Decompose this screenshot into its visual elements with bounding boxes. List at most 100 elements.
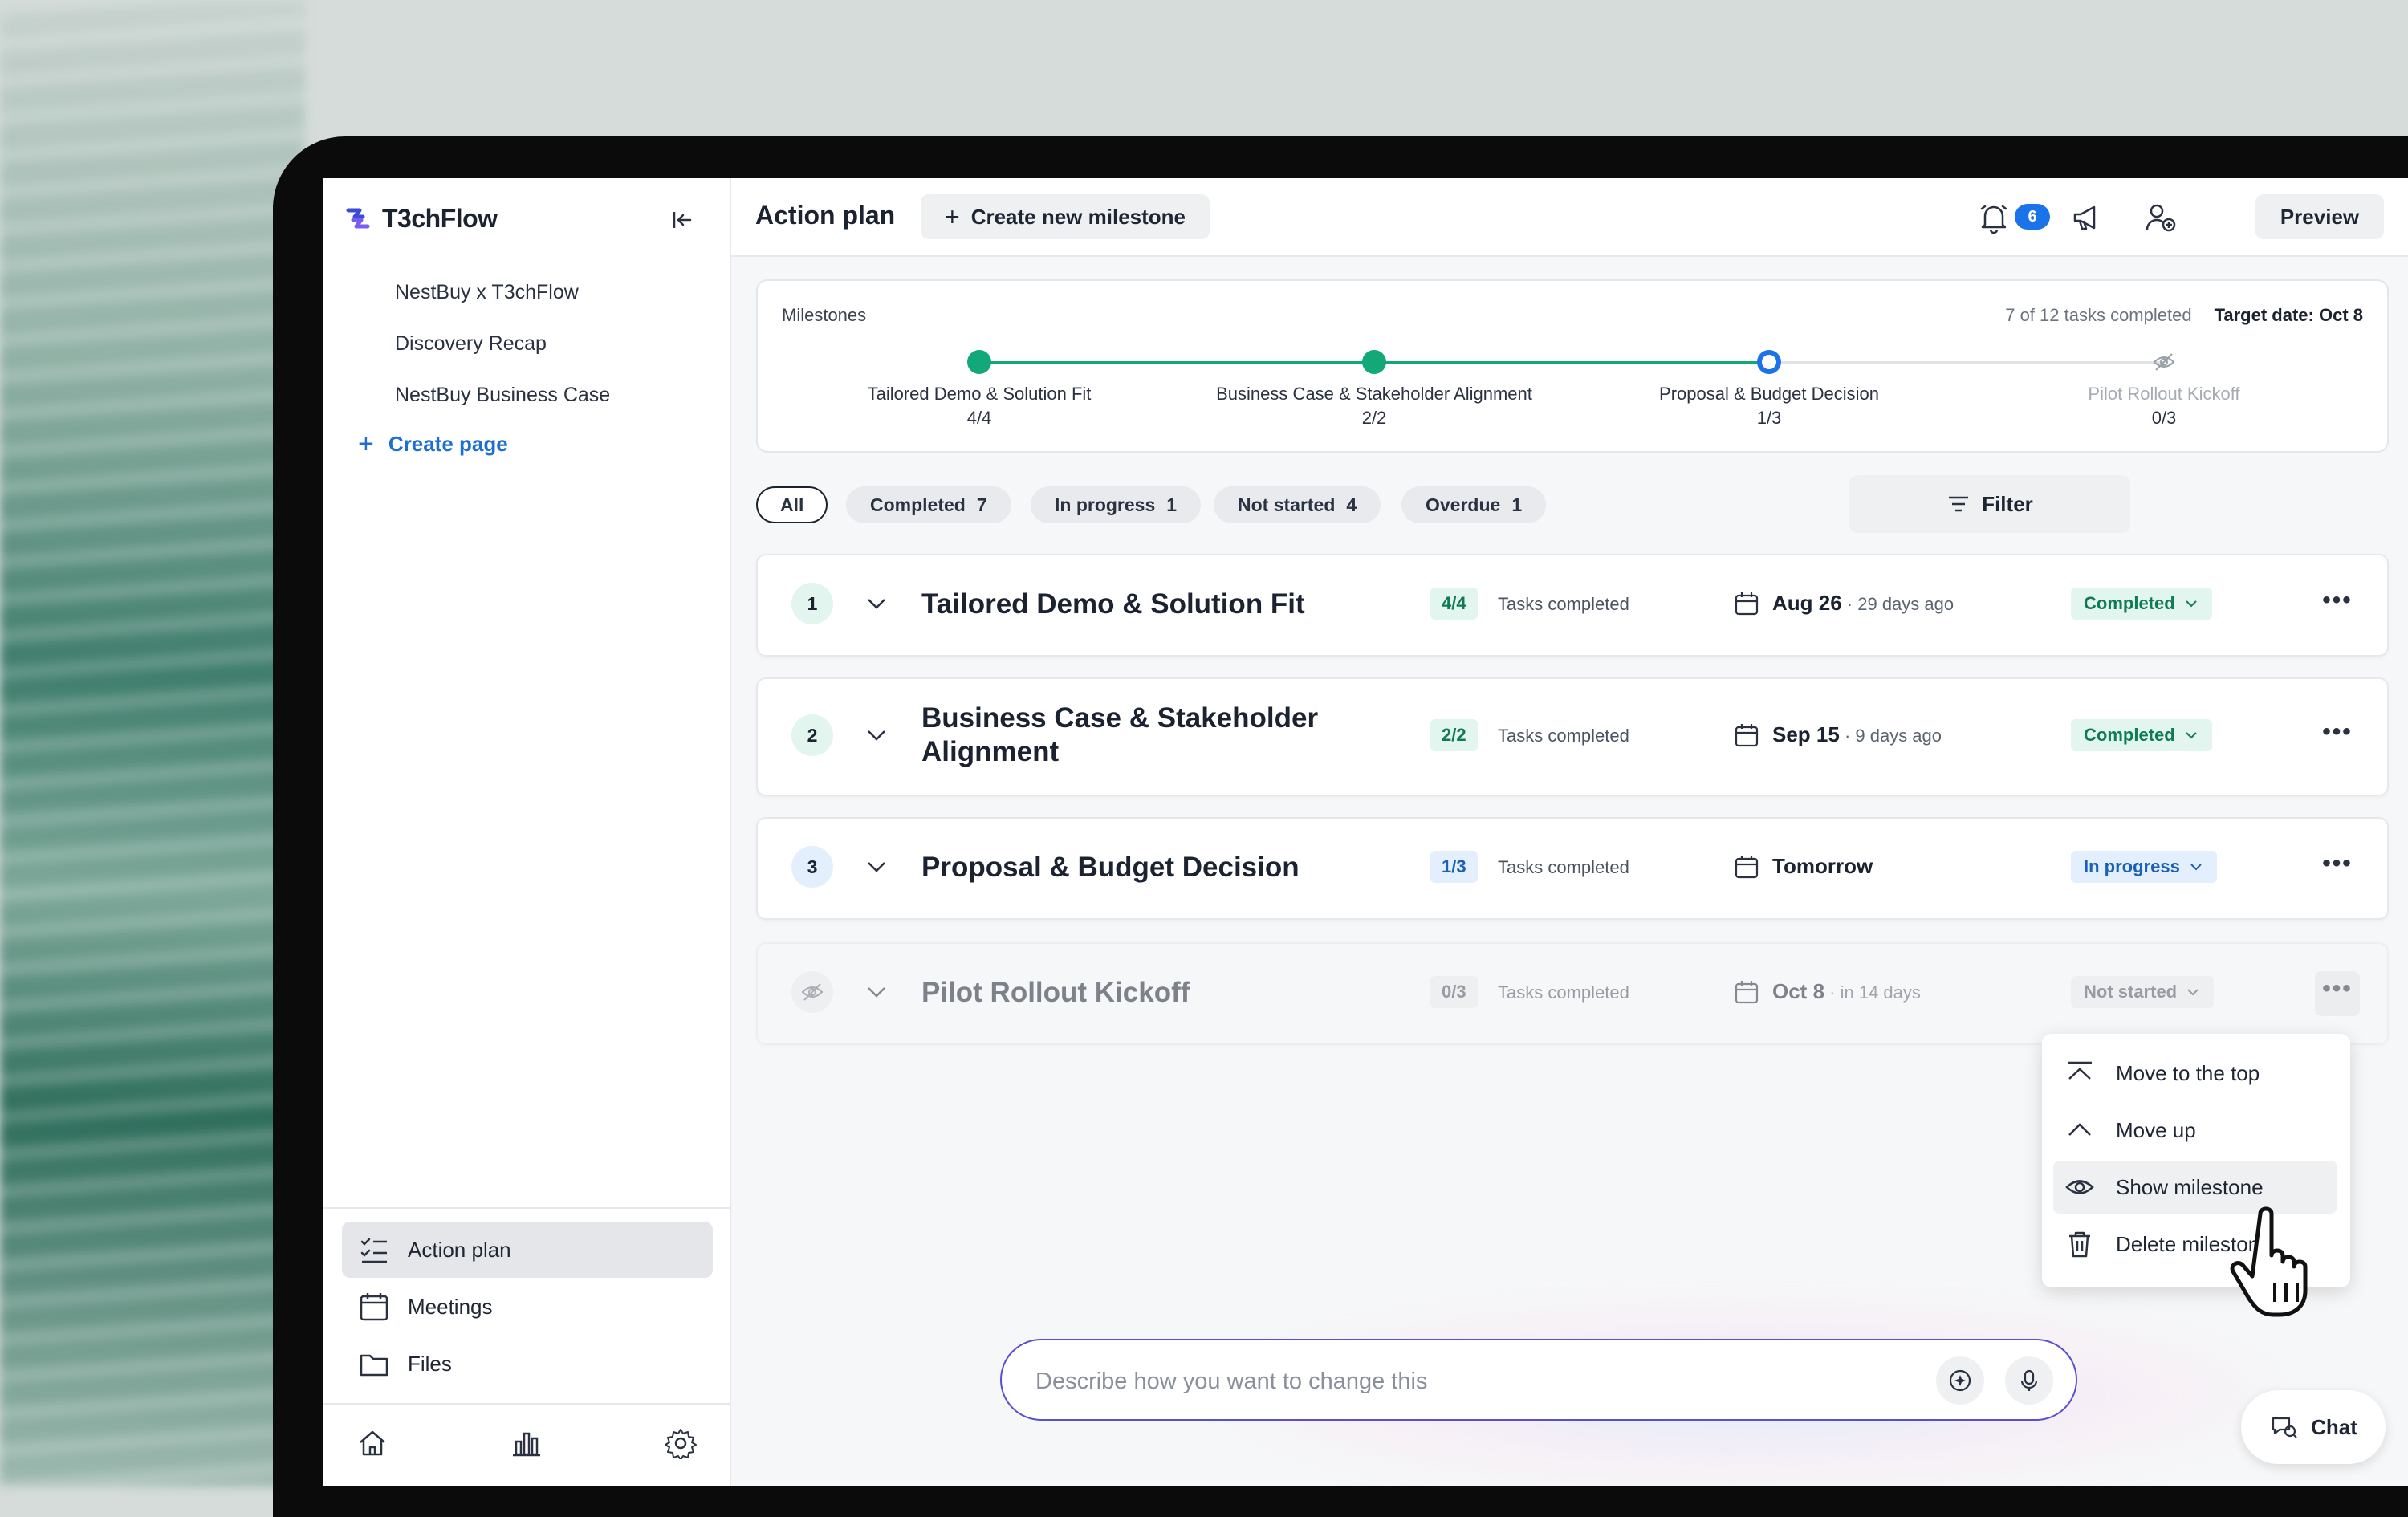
milestone-step-name: Business Case & Stakeholder Alignment (1216, 384, 1532, 404)
chip-count: 1 (1511, 494, 1523, 515)
nav-item-meetings[interactable]: Meetings (342, 1279, 713, 1335)
milestone-node-completed[interactable] (967, 350, 991, 374)
collapse-sidebar-icon[interactable] (668, 205, 697, 234)
status-label: Not started (2084, 982, 2178, 1002)
milestone-step-count: 2/2 (1361, 408, 1387, 428)
preview-button[interactable]: Preview (2255, 194, 2384, 239)
milestone-number: 1 (791, 583, 833, 624)
milestone-title[interactable]: Pilot Rollout Kickoff (921, 976, 1371, 1010)
logo[interactable]: T3chFlow (342, 202, 498, 234)
milestone-node-completed[interactable] (1362, 350, 1386, 374)
create-page-label: Create page (388, 431, 508, 456)
target-date: Target date: Oct 8 (2214, 305, 2363, 325)
bell-icon[interactable] (1977, 201, 2011, 234)
milestone-title[interactable]: Business Case & Stakeholder Alignment (921, 702, 1371, 769)
calendar-icon (360, 1293, 388, 1321)
chevron-down-icon[interactable] (864, 591, 889, 616)
background-water-photo (0, 0, 305, 1486)
settings-icon[interactable] (665, 1427, 697, 1459)
milestone-row[interactable]: 1 Tailored Demo & Solution Fit 4/4 Tasks… (756, 554, 2389, 657)
status-label: In progress (2084, 856, 2180, 876)
chevron-up-icon (2068, 1123, 2091, 1136)
filter-label: Filter (1982, 491, 2033, 516)
logo-mark-icon (346, 208, 370, 229)
home-icon[interactable] (356, 1427, 388, 1459)
sidebar-divider (323, 1403, 730, 1405)
due-date: Sep 15 · 9 days ago (1772, 722, 1942, 747)
menu-item-move-up[interactable]: Move up (2053, 1104, 2337, 1157)
menu-item-move-to-top[interactable]: Move to the top (2053, 1047, 2337, 1100)
more-options-button[interactable]: ••• (2315, 714, 2360, 759)
page-title: Action plan (755, 201, 896, 230)
more-options-button[interactable]: ••• (2315, 846, 2360, 891)
move-to-top-icon (2068, 1061, 2092, 1080)
chevron-down-icon (2185, 732, 2197, 739)
analytics-icon[interactable] (510, 1427, 543, 1459)
filter-chip-completed[interactable]: Completed 7 (846, 486, 1011, 523)
nav-item-files[interactable]: Files (342, 1336, 713, 1392)
milestone-row[interactable]: 2 Business Case & Stakeholder Alignment … (756, 677, 2389, 796)
tasks-count-pill: 0/3 (1430, 976, 1478, 1008)
chevron-down-icon[interactable] (864, 722, 889, 748)
create-new-milestone-button[interactable]: + Create new milestone (921, 194, 1210, 239)
more-options-button[interactable]: ••• (2315, 583, 2360, 628)
status-dropdown[interactable]: Not started (2071, 976, 2215, 1008)
due-date-relative: · 29 days ago (1841, 594, 1954, 614)
milestone-title[interactable]: Tailored Demo & Solution Fit (921, 588, 1371, 621)
chevron-down-icon[interactable] (864, 854, 889, 880)
chip-count: 4 (1346, 494, 1357, 515)
status-dropdown[interactable]: Completed (2071, 719, 2212, 751)
tasks-completed-label: Tasks completed (1498, 982, 1629, 1003)
chat-label: Chat (2311, 1414, 2357, 1439)
chevron-down-icon (2187, 989, 2199, 996)
create-page-button[interactable]: + Create page (358, 430, 508, 458)
nav-item-action-plan[interactable]: Action plan (342, 1222, 713, 1278)
eye-off-icon[interactable] (2152, 350, 2176, 374)
due-date-relative: · in 14 days (1824, 982, 1921, 1003)
filter-chip-not-started[interactable]: Not started 4 (1214, 486, 1381, 523)
milestone-row-hidden[interactable]: Pilot Rollout Kickoff 0/3 Tasks complete… (756, 942, 2389, 1045)
sidebar-page-nestbuy[interactable]: NestBuy x T3chFlow (395, 266, 610, 318)
filter-chip-all[interactable]: All (756, 486, 828, 523)
add-user-icon[interactable] (2144, 201, 2178, 234)
tasks-completed-label: Tasks completed (1498, 726, 1629, 746)
milestone-title[interactable]: Proposal & Budget Decision (921, 851, 1371, 885)
milestone-number: 3 (791, 846, 833, 888)
chip-count: 1 (1166, 494, 1178, 515)
milestones-progress-card: Milestones 7 of 12 tasks completed Target… (756, 279, 2389, 453)
chevron-down-icon[interactable] (864, 979, 889, 1005)
ai-sparkle-button[interactable] (1936, 1356, 1984, 1405)
milestone-node-current[interactable] (1757, 350, 1781, 374)
sidebar-page-business-case[interactable]: NestBuy Business Case (395, 369, 610, 421)
top-header: Action plan + Create new milestone 6 Pre… (731, 178, 2408, 257)
logo-text: T3chFlow (382, 203, 498, 233)
sidebar-divider (323, 1207, 730, 1209)
filter-chip-overdue[interactable]: Overdue 1 (1401, 486, 1547, 523)
menu-item-label: Move to the top (2116, 1060, 2260, 1085)
more-options-button[interactable]: ••• (2315, 971, 2360, 1016)
create-new-milestone-label: Create new milestone (970, 204, 1186, 229)
megaphone-icon[interactable] (2070, 201, 2104, 234)
ai-prompt-input[interactable] (1034, 1360, 1904, 1403)
filter-chip-in-progress[interactable]: In progress 1 (1031, 486, 1202, 523)
milestone-row[interactable]: 3 Proposal & Budget Decision 1/3 Tasks c… (756, 817, 2389, 920)
ai-prompt-bar (1000, 1339, 2077, 1421)
tasks-completed-label: Tasks completed (1498, 594, 1629, 614)
due-date: Aug 26 · 29 days ago (1772, 591, 1954, 616)
tasks-summary: 7 of 12 tasks completed (2005, 305, 2192, 325)
microphone-button[interactable] (2005, 1356, 2053, 1405)
trash-icon (2069, 1231, 2090, 1258)
tasks-count-pill: 1/3 (1430, 851, 1478, 883)
sidebar-page-discovery-recap[interactable]: Discovery Recap (395, 318, 610, 369)
status-dropdown[interactable]: In progress (2071, 851, 2217, 883)
chevron-down-icon (2190, 864, 2202, 871)
filter-button[interactable]: Filter (1849, 475, 2130, 533)
progress-track-remaining (1769, 361, 2164, 364)
tasks-count-pill: 4/4 (1430, 588, 1478, 620)
nav-item-label: Meetings (408, 1294, 493, 1319)
status-dropdown[interactable]: Completed (2071, 588, 2212, 620)
folder-icon (360, 1354, 388, 1377)
ai-sparkle-icon (1949, 1369, 1971, 1392)
chat-button[interactable]: Chat (2241, 1390, 2386, 1464)
calendar-icon (1735, 724, 1759, 747)
